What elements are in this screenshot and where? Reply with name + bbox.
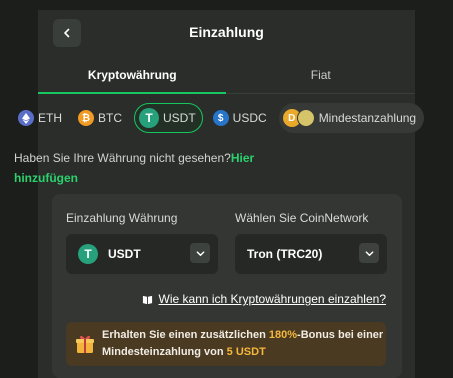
help-link-text: Wie kann ich Kryptowährungen einzahlen? [158,292,386,306]
coin-label: BTC [98,111,122,125]
notice-text: Haben Sie Ihre Währung nicht gesehen? [14,151,231,165]
bonus-text: Erhalten Sie einen zusätzlichen 180%-Bon… [102,327,386,361]
usdt-icon: T [139,108,159,128]
eth-icon [18,110,34,126]
tab-fiat[interactable]: Fiat [227,58,416,94]
header: Einzahlung [38,10,415,58]
active-tab-indicator [38,92,226,94]
coin-chip-btc[interactable]: ₿ BTC [74,103,128,133]
coin-label: USDT [163,111,196,125]
usdt-icon: T [78,244,98,264]
coin-chip-more[interactable]: D Mindestanzahlung [278,103,425,133]
network-select[interactable]: Tron (TRC20) [235,234,387,274]
tab-crypto[interactable]: Kryptowährung [38,58,227,94]
chevron-down-icon [196,250,204,256]
chevron-down-icon [365,250,373,256]
currency-value: USDT [108,247,141,261]
network-value: Tron (TRC20) [247,247,323,261]
help-link[interactable]: Wie kann ich Kryptowährungen einzahlen? [142,292,386,306]
currency-dropdown-button[interactable] [190,243,210,263]
currency-label: Einzahlung Währung [66,211,178,225]
usdc-icon: $ [212,110,229,126]
currency-select[interactable]: T USDT [66,234,218,274]
tab-bar: Kryptowährung Fiat [38,58,415,94]
book-icon [142,295,152,304]
coin-label: ETH [38,111,62,125]
missing-currency-notice: Haben Sie Ihre Währung nicht gesehen?Hie… [14,148,314,188]
gift-icon [76,335,94,353]
network-label: Wählen Sie CoinNetwork [235,211,369,225]
page-title: Einzahlung [189,24,264,40]
bonus-text-part1: Erhalten Sie einen zusätzlichen [102,329,269,341]
coin-chip-usdt[interactable]: T USDT [134,103,203,133]
tab-divider [226,93,415,94]
bonus-percent: 180% [268,329,298,341]
network-dropdown-button[interactable] [359,243,379,263]
coin-chip-usdc[interactable]: $ USDC [209,103,273,133]
deposit-form-card: Einzahlung Währung T USDT Wählen Sie Coi… [52,194,402,378]
coin-label: Mindestanzahlung [318,111,417,125]
bonus-banner: Erhalten Sie einen zusätzlichen 180%-Bon… [66,322,386,366]
btc-icon: ₿ [78,110,94,126]
coin-chip-eth[interactable]: ETH [14,103,68,133]
multi-coin-icon-secondary [296,109,315,127]
coin-label: USDC [232,111,267,125]
bonus-min-amount: 5 USDT [226,346,266,358]
coin-selector: ETH ₿ BTC T USDT $ USDC D Mindestanzahlu… [14,103,425,133]
